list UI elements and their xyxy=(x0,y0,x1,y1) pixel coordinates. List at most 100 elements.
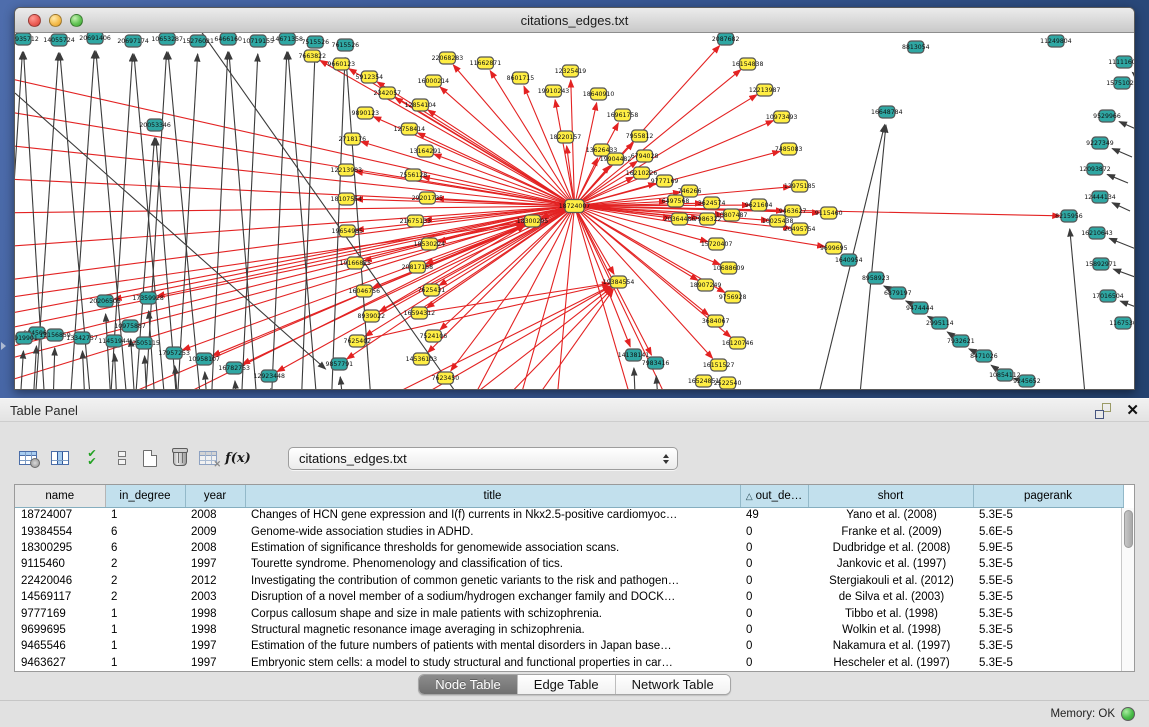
table-cell[interactable]: 2012 xyxy=(185,573,245,589)
graph-node[interactable]: 12505115 xyxy=(128,337,160,349)
column-header-in_degree[interactable]: in_degree xyxy=(105,485,185,507)
close-window-button[interactable] xyxy=(28,14,41,27)
table-cell[interactable]: 0 xyxy=(740,523,808,539)
graph-node[interactable]: 7955812 xyxy=(626,130,654,142)
table-cell[interactable]: Corpus callosum shape and size in male p… xyxy=(245,605,740,621)
graph-node[interactable]: 2718176 xyxy=(339,133,367,145)
table-cell[interactable]: 0 xyxy=(740,589,808,605)
graph-node[interactable]: 13975185 xyxy=(784,180,816,192)
table-row[interactable]: 1872400712008Changes of HCN gene express… xyxy=(15,507,1123,523)
table-cell[interactable]: 5.3E-5 xyxy=(973,655,1123,671)
table-row[interactable]: 2242004622012Investigating the contribut… xyxy=(15,573,1123,589)
table-cell[interactable]: Jankovic et al. (1997) xyxy=(808,556,973,572)
graph-node[interactable]: 16961758 xyxy=(607,109,639,121)
tab-node-table[interactable]: Node Table xyxy=(419,675,517,694)
graph-node[interactable]: 6879197 xyxy=(884,287,912,299)
table-cell[interactable]: 18300295 xyxy=(15,540,105,556)
table-row[interactable]: 911546021997Tourette syndrome. Phenomeno… xyxy=(15,556,1123,572)
table-cell[interactable]: 1998 xyxy=(185,622,245,638)
graph-node[interactable]: 19166825 xyxy=(340,257,372,269)
graph-node[interactable]: 20935712 xyxy=(15,33,39,45)
table-selector-dropdown[interactable]: citations_edges.txt xyxy=(288,447,678,470)
table-cell[interactable]: 9699695 xyxy=(15,622,105,638)
graph-node[interactable]: 14671358 xyxy=(271,33,303,45)
graph-node[interactable]: 11662871 xyxy=(470,57,502,69)
table-cell[interactable]: Investigating the contribution of common… xyxy=(245,573,740,589)
graph-node[interactable]: 9756928 xyxy=(719,291,747,303)
column-header-title[interactable]: title xyxy=(245,485,740,507)
table-cell[interactable]: 5.3E-5 xyxy=(973,605,1123,621)
graph-node[interactable]: 19384554 xyxy=(603,276,635,288)
graph-node[interactable]: 10719155 xyxy=(242,35,274,47)
table-cell[interactable]: 2 xyxy=(105,556,185,572)
column-header-short[interactable]: short xyxy=(808,485,973,507)
close-panel-icon[interactable]: ✕ xyxy=(1126,401,1139,421)
table-cell[interactable]: 0 xyxy=(740,556,808,572)
graph-node[interactable]: 16154838 xyxy=(732,58,764,70)
graph-node[interactable]: 7515526 xyxy=(301,36,329,48)
table-cell[interactable]: 0 xyxy=(740,655,808,671)
network-canvas[interactable]: 2093571214055724206914062069717410653287… xyxy=(15,33,1134,389)
graph-node[interactable]: 8215956 xyxy=(1055,210,1083,222)
table-cell[interactable]: 2 xyxy=(105,589,185,605)
table-cell[interactable]: Dudbridge et al. (2008) xyxy=(808,540,973,556)
table-row[interactable]: 1456911722003Disruption of a novel membe… xyxy=(15,589,1123,605)
graph-node[interactable]: 18907249 xyxy=(690,279,722,291)
table-cell[interactable]: 2009 xyxy=(185,523,245,539)
graph-node[interactable]: 12758414 xyxy=(394,123,426,135)
table-cell[interactable]: 2008 xyxy=(185,507,245,523)
table-cell[interactable]: 49 xyxy=(740,507,808,523)
table-cell[interactable]: 5.3E-5 xyxy=(973,638,1123,654)
table-cell[interactable]: Tourette syndrome. Phenomenology and cla… xyxy=(245,556,740,572)
graph-node[interactable]: 6466160 xyxy=(214,33,242,45)
table-cell[interactable]: Genome-wide association studies in ADHD. xyxy=(245,523,740,539)
zoom-window-button[interactable] xyxy=(70,14,83,27)
table-cell[interactable]: 1 xyxy=(105,507,185,523)
table-cell[interactable]: 6 xyxy=(105,540,185,556)
graph-node[interactable]: 12923448 xyxy=(253,370,285,382)
graph-node[interactable]: 2342057 xyxy=(374,87,402,99)
graph-node[interactable]: 6794028 xyxy=(631,150,659,162)
graph-node[interactable]: 11249804 xyxy=(1040,35,1072,47)
delete-table-button[interactable]: ✕ xyxy=(194,444,222,472)
graph-node[interactable]: 7524106 xyxy=(420,330,448,342)
graph-node[interactable]: 16648784 xyxy=(871,106,903,118)
table-cell[interactable]: 5.6E-5 xyxy=(973,523,1123,539)
delete-column-button[interactable] xyxy=(166,444,194,472)
table-cell[interactable]: 5.3E-5 xyxy=(973,622,1123,638)
graph-node[interactable]: 11111604 xyxy=(1108,56,1134,68)
column-header-name[interactable]: name xyxy=(15,485,105,507)
table-cell[interactable]: 0 xyxy=(740,638,808,654)
graph-node[interactable]: 9115460 xyxy=(815,207,843,219)
table-cell[interactable]: 1997 xyxy=(185,655,245,671)
minimize-window-button[interactable] xyxy=(49,14,62,27)
graph-node[interactable]: 9529966 xyxy=(1093,110,1121,122)
graph-node[interactable]: 18640910 xyxy=(583,88,615,100)
table-vertical-scrollbar[interactable] xyxy=(1121,508,1134,671)
graph-node[interactable]: 12325419 xyxy=(555,65,587,77)
table-cell[interactable]: Embryonic stem cells: a model to study s… xyxy=(245,655,740,671)
graph-node[interactable]: 7615526 xyxy=(332,39,360,51)
column-header-pagerank[interactable]: pagerank xyxy=(973,485,1123,507)
table-cell[interactable]: 5.5E-5 xyxy=(973,573,1123,589)
graph-node[interactable]: 16210643 xyxy=(1081,227,1113,239)
table-cell[interactable]: Structural magnetic resonance image aver… xyxy=(245,622,740,638)
graph-node[interactable]: 7663822 xyxy=(298,50,326,62)
table-cell[interactable]: 0 xyxy=(740,605,808,621)
table-cell[interactable]: 14569117 xyxy=(15,589,105,605)
graph-node[interactable]: 16000214 xyxy=(418,75,450,87)
table-cell[interactable]: Estimation of the future numbers of pati… xyxy=(245,638,740,654)
graph-node[interactable]: 12444134 xyxy=(1084,191,1116,203)
table-cell[interactable]: de Silva et al. (2003) xyxy=(808,589,973,605)
table-cell[interactable]: 9465546 xyxy=(15,638,105,654)
graph-node[interactable]: 8939022 xyxy=(358,310,386,322)
table-cell[interactable]: Changes of HCN gene expression and I(f) … xyxy=(245,507,740,523)
table-cell[interactable]: 2 xyxy=(105,573,185,589)
graph-node[interactable]: 8813054 xyxy=(902,41,930,53)
table-cell[interactable]: 1997 xyxy=(185,556,245,572)
table-cell[interactable]: 1997 xyxy=(185,638,245,654)
table-cell[interactable]: 0 xyxy=(740,573,808,589)
graph-node[interactable]: 20053346 xyxy=(139,119,171,131)
graph-node[interactable]: 16151527 xyxy=(703,359,735,371)
scrollbar-thumb[interactable] xyxy=(1124,510,1133,548)
